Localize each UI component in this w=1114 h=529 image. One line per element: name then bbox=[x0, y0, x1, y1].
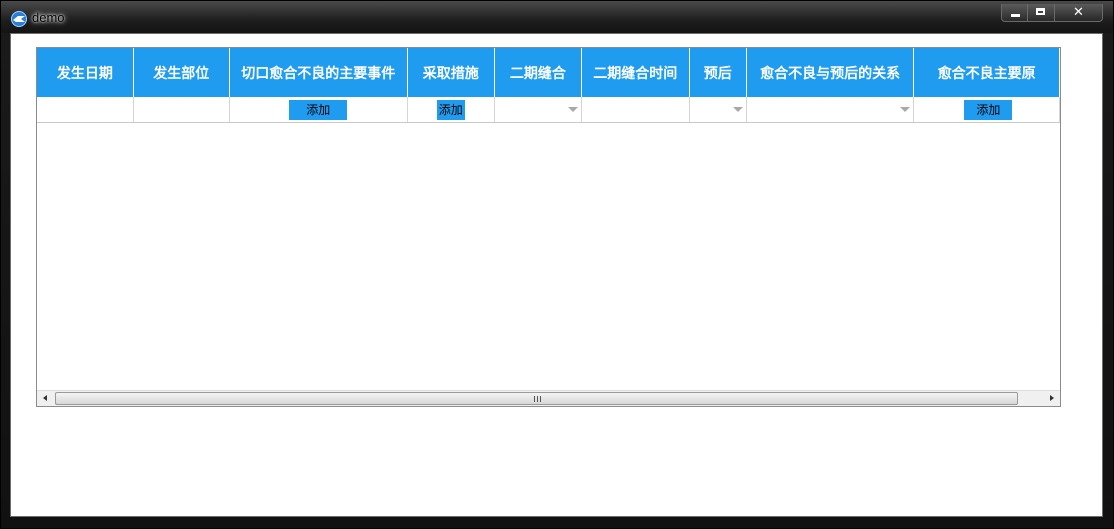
grid-viewport: 发生日期 发生部位 切口愈合不良的主要事件 采取措施 二期缝合 二期缝合时间 预… bbox=[37, 48, 1060, 390]
column-header-suture-time[interactable]: 二期缝合时间 bbox=[581, 48, 690, 97]
data-grid: 发生日期 发生部位 切口愈合不良的主要事件 采取措施 二期缝合 二期缝合时间 预… bbox=[36, 47, 1061, 407]
measures-cell: 添加 bbox=[407, 97, 495, 123]
window-controls: ✕ bbox=[1001, 4, 1103, 22]
column-header-measures[interactable]: 采取措施 bbox=[407, 48, 495, 97]
site-cell[interactable] bbox=[133, 97, 230, 123]
suture-time-cell[interactable] bbox=[581, 97, 690, 123]
relation-combo[interactable] bbox=[746, 97, 915, 123]
client-area: 发生日期 发生部位 切口愈合不良的主要事件 采取措施 二期缝合 二期缝合时间 预… bbox=[10, 33, 1103, 517]
column-header-site[interactable]: 发生部位 bbox=[133, 48, 230, 97]
close-button[interactable]: ✕ bbox=[1055, 4, 1103, 22]
add-main-cause-button[interactable]: 添加 bbox=[964, 99, 1013, 120]
prognosis-combo[interactable] bbox=[689, 97, 747, 123]
minimize-button[interactable] bbox=[1001, 4, 1028, 22]
main-event-cell: 添加 bbox=[229, 97, 408, 123]
scroll-left-icon bbox=[43, 395, 47, 401]
secondary-suture-combo[interactable] bbox=[494, 97, 582, 123]
column-header-secondary-suture[interactable]: 二期缝合 bbox=[494, 48, 582, 97]
main-cause-cell: 添加 bbox=[913, 97, 1060, 123]
scrollbar-thumb[interactable] bbox=[55, 392, 1018, 405]
maximize-icon bbox=[1036, 8, 1045, 15]
minimize-icon bbox=[1011, 14, 1020, 17]
window-title: demo bbox=[32, 10, 65, 25]
chevron-down-icon[interactable] bbox=[732, 107, 743, 112]
grip-icon bbox=[534, 396, 541, 402]
app-window: demo ✕ 发生日期 发生部位 切口愈合不良的主要事件 采取措施 二期缝合 二… bbox=[0, 0, 1114, 529]
date-cell[interactable] bbox=[37, 97, 134, 123]
title-bar[interactable]: demo ✕ bbox=[1, 1, 1113, 33]
app-logo-icon bbox=[11, 11, 27, 27]
header-row: 发生日期 发生部位 切口愈合不良的主要事件 采取措施 二期缝合 二期缝合时间 预… bbox=[37, 48, 1060, 97]
maximize-button[interactable] bbox=[1028, 4, 1055, 22]
column-header-prognosis[interactable]: 预后 bbox=[689, 48, 747, 97]
scroll-right-button[interactable] bbox=[1043, 391, 1060, 406]
chevron-down-icon[interactable] bbox=[567, 107, 578, 112]
close-icon: ✕ bbox=[1073, 5, 1084, 20]
data-table: 发生日期 发生部位 切口愈合不良的主要事件 采取措施 二期缝合 二期缝合时间 预… bbox=[37, 48, 1060, 123]
column-header-main-cause[interactable]: 愈合不良主要原 bbox=[913, 48, 1060, 97]
table-row: 添加 添加 添加 bbox=[37, 97, 1060, 123]
column-header-relation[interactable]: 愈合不良与预后的关系 bbox=[746, 48, 915, 97]
add-main-event-button[interactable]: 添加 bbox=[289, 99, 348, 120]
scroll-right-icon bbox=[1050, 395, 1054, 401]
add-measure-button[interactable]: 添加 bbox=[436, 99, 465, 120]
chevron-down-icon[interactable] bbox=[900, 107, 911, 112]
column-header-date[interactable]: 发生日期 bbox=[37, 48, 134, 97]
horizontal-scrollbar[interactable] bbox=[37, 390, 1060, 406]
column-header-main-event[interactable]: 切口愈合不良的主要事件 bbox=[229, 48, 408, 97]
scroll-left-button[interactable] bbox=[37, 391, 54, 406]
